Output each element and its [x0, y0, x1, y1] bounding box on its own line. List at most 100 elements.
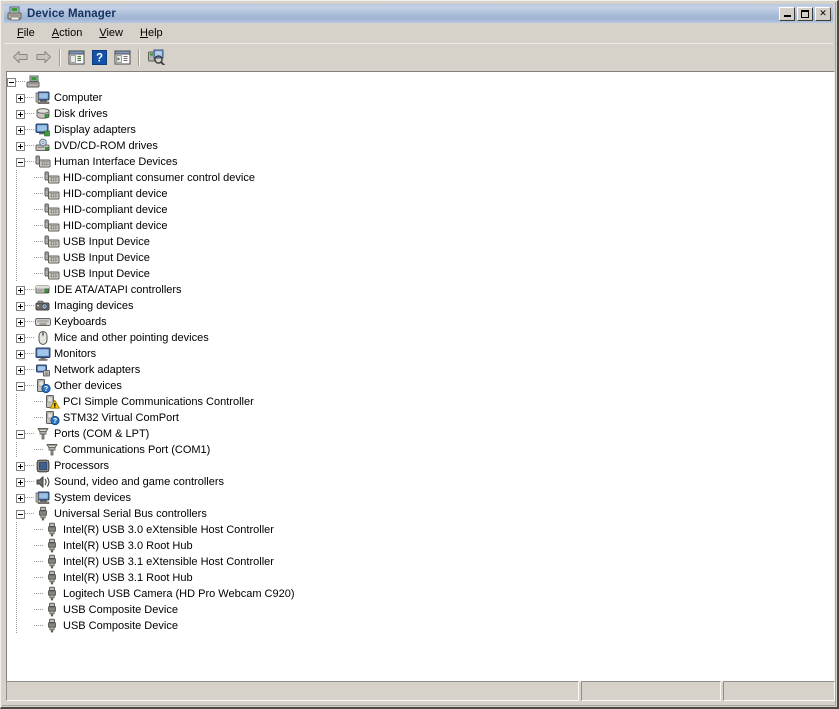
tree-node[interactable]: USB Input Device: [7, 234, 834, 250]
tree-node[interactable]: Human Interface Devices: [7, 154, 834, 170]
tree-indent: [7, 202, 16, 218]
menu-action[interactable]: Action: [44, 25, 92, 41]
tree-expander-expand[interactable]: [16, 110, 25, 119]
tree-node[interactable]: ?STM32 Virtual ComPort: [7, 410, 834, 426]
tree-node[interactable]: Computer: [7, 90, 834, 106]
disk-drive-icon: [35, 106, 51, 122]
tree-node[interactable]: Intel(R) USB 3.1 eXtensible Host Control…: [7, 554, 834, 570]
tree-node[interactable]: Monitors: [7, 346, 834, 362]
tree-expander-collapse[interactable]: [16, 510, 25, 519]
tree-connector: [34, 170, 43, 186]
tree-node[interactable]: Network adapters: [7, 362, 834, 378]
tree-node[interactable]: Intel(R) USB 3.1 Root Hub: [7, 570, 834, 586]
caption-buttons: ✕: [779, 7, 831, 21]
tree-node[interactable]: HID-compliant device: [7, 186, 834, 202]
hid-icon: [44, 218, 60, 234]
tree-node[interactable]: IDE ATA/ATAPI controllers: [7, 282, 834, 298]
tree-guide-line: [16, 522, 17, 538]
tree-expander-expand[interactable]: [16, 126, 25, 135]
tree-node[interactable]: USB Composite Device: [7, 618, 834, 634]
scan-for-hardware-changes-button[interactable]: [144, 46, 167, 68]
tree-connector: [25, 314, 34, 330]
close-button[interactable]: ✕: [815, 7, 831, 21]
tree-expander-expand[interactable]: [16, 94, 25, 103]
display-adapter-icon: [35, 122, 51, 138]
back-button[interactable]: [9, 46, 32, 68]
tree-node[interactable]: Display adapters: [7, 122, 834, 138]
tree-node-label: System devices: [51, 490, 135, 506]
tree-node-label: HID-compliant device: [60, 218, 172, 234]
show-hide-console-tree-button[interactable]: [65, 46, 88, 68]
tree-expander-collapse[interactable]: [16, 430, 25, 439]
tree-node[interactable]: Imaging devices: [7, 298, 834, 314]
tree-node[interactable]: Keyboards: [7, 314, 834, 330]
window-inner: Device Manager ✕ File Action View Help: [2, 2, 836, 706]
usb-icon: [44, 586, 60, 602]
forward-button[interactable]: [32, 46, 55, 68]
menu-view[interactable]: View: [91, 25, 132, 41]
tree-expander-collapse[interactable]: [7, 78, 16, 87]
sound-icon: [35, 474, 51, 490]
tree-expander-expand[interactable]: [16, 318, 25, 327]
tree-expander-spacer: [25, 222, 34, 231]
tree-node[interactable]: Mice and other pointing devices: [7, 330, 834, 346]
tree-node[interactable]: Ports (COM & LPT): [7, 426, 834, 442]
tree-node[interactable]: USB Input Device: [7, 250, 834, 266]
monitor-icon: [35, 346, 51, 362]
tree-node[interactable]: System devices: [7, 490, 834, 506]
tree-indent: [7, 330, 16, 346]
usb-icon: [44, 602, 60, 618]
tree-node[interactable]: Communications Port (COM1): [7, 442, 834, 458]
usb-icon: [44, 570, 60, 586]
tree-guide-line: [16, 234, 17, 250]
tree-node[interactable]: PCI Simple Communications Controller: [7, 394, 834, 410]
tree-indent: [7, 266, 16, 282]
unknown-device-warning-icon: [44, 394, 60, 410]
tree-indent: [7, 490, 16, 506]
tree-connector: [34, 234, 43, 250]
tree-node[interactable]: Universal Serial Bus controllers: [7, 506, 834, 522]
tree-connector: [25, 138, 34, 154]
tree-indent: [7, 442, 16, 458]
tree-node[interactable]: ?Other devices: [7, 378, 834, 394]
help-button[interactable]: ?: [88, 46, 111, 68]
tree-expander-expand[interactable]: [16, 478, 25, 487]
tree-node[interactable]: Disk drives: [7, 106, 834, 122]
tree-expander-expand[interactable]: [16, 334, 25, 343]
tree-node-label: USB Composite Device: [60, 618, 182, 634]
tree-node[interactable]: HID-compliant device: [7, 218, 834, 234]
tree-node-label: USB Input Device: [60, 266, 154, 282]
device-tree-scroll[interactable]: ComputerDisk drivesDisplay adaptersDVD/C…: [7, 72, 834, 681]
tree-node[interactable]: HID-compliant consumer control device: [7, 170, 834, 186]
tree-expander-expand[interactable]: [16, 462, 25, 471]
maximize-button[interactable]: [797, 7, 813, 21]
menu-help[interactable]: Help: [132, 25, 172, 41]
window-title: Device Manager: [27, 8, 779, 20]
titlebar[interactable]: Device Manager ✕: [4, 4, 833, 23]
tree-node[interactable]: Logitech USB Camera (HD Pro Webcam C920): [7, 586, 834, 602]
menu-file[interactable]: File: [9, 25, 44, 41]
tree-expander-collapse[interactable]: [16, 158, 25, 167]
minimize-button[interactable]: [779, 7, 795, 21]
tree-node[interactable]: Intel(R) USB 3.0 Root Hub: [7, 538, 834, 554]
tree-expander-collapse[interactable]: [16, 382, 25, 391]
tree-expander-expand[interactable]: [16, 302, 25, 311]
properties-button[interactable]: [111, 46, 134, 68]
tree-expander-expand[interactable]: [16, 142, 25, 151]
tree-expander-expand[interactable]: [16, 494, 25, 503]
tree-expander-expand[interactable]: [16, 366, 25, 375]
tree-expander-expand[interactable]: [16, 286, 25, 295]
tree-node[interactable]: [7, 74, 834, 90]
tree-guide-line: [16, 170, 17, 186]
tree-node[interactable]: Intel(R) USB 3.0 eXtensible Host Control…: [7, 522, 834, 538]
tree-node[interactable]: HID-compliant device: [7, 202, 834, 218]
tree-node[interactable]: Sound, video and game controllers: [7, 474, 834, 490]
usb-icon: [44, 522, 60, 538]
display-adapter-icon: [35, 122, 51, 138]
tree-node[interactable]: Processors: [7, 458, 834, 474]
port-icon: [44, 442, 60, 458]
tree-expander-expand[interactable]: [16, 350, 25, 359]
tree-node[interactable]: USB Input Device: [7, 266, 834, 282]
tree-node[interactable]: DVD/CD-ROM drives: [7, 138, 834, 154]
tree-node[interactable]: USB Composite Device: [7, 602, 834, 618]
